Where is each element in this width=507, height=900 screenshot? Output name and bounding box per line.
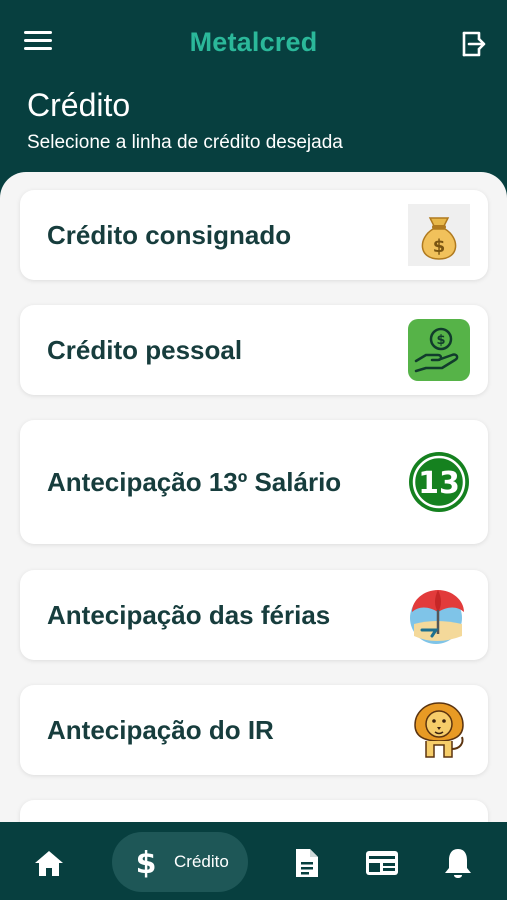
brand-title: Metalcred <box>189 27 318 57</box>
home-icon[interactable] <box>32 846 66 880</box>
page-title: Crédito <box>27 87 131 123</box>
credit-line-consignado[interactable]: Crédito consignado $ <box>20 190 488 280</box>
logout-icon[interactable] <box>459 30 487 58</box>
money-bag-icon: $ <box>408 204 470 266</box>
card-icon[interactable] <box>365 846 399 880</box>
credit-line-pessoal[interactable]: Crédito pessoal $ <box>20 305 488 395</box>
nav-item-credito[interactable]: $ Crédito <box>112 832 248 892</box>
svg-text:$: $ <box>433 236 446 257</box>
dollar-icon: $ <box>136 846 157 878</box>
hand-money-icon: $ <box>408 319 470 381</box>
credit-line-label: Crédito pessoal <box>47 335 243 365</box>
credit-lines-list: Crédito consignado $ Crédito pessoal $ A… <box>0 172 507 832</box>
document-icon[interactable] <box>289 846 323 880</box>
credit-line-ir[interactable]: Antecipação do IR <box>20 685 488 775</box>
nav-item-label: Crédito <box>174 852 229 871</box>
svg-text:$: $ <box>136 846 157 878</box>
credit-line-ferias[interactable]: Antecipação das férias <box>20 570 488 660</box>
svg-text:13: 13 <box>418 466 460 501</box>
credit-line-label: Antecipação 13º Salário <box>47 467 342 497</box>
svg-text:$: $ <box>436 333 445 348</box>
bell-icon[interactable] <box>441 846 475 880</box>
page-subtitle: Selecione a linha de crédito desejada <box>27 132 343 153</box>
lion-icon <box>414 702 464 758</box>
top-app-bar: Metalcred <box>0 0 507 90</box>
number-13-icon: 13 <box>409 452 469 512</box>
credit-line-label: Antecipação do IR <box>47 715 274 745</box>
credit-line-13-salario[interactable]: Antecipação 13º Salário 13 <box>20 420 488 544</box>
credit-line-label: Antecipação das férias <box>47 600 331 630</box>
credit-line-label: Crédito consignado <box>47 220 292 250</box>
beach-umbrella-icon <box>410 590 464 644</box>
bottom-navigation: $ Crédito <box>0 822 507 900</box>
